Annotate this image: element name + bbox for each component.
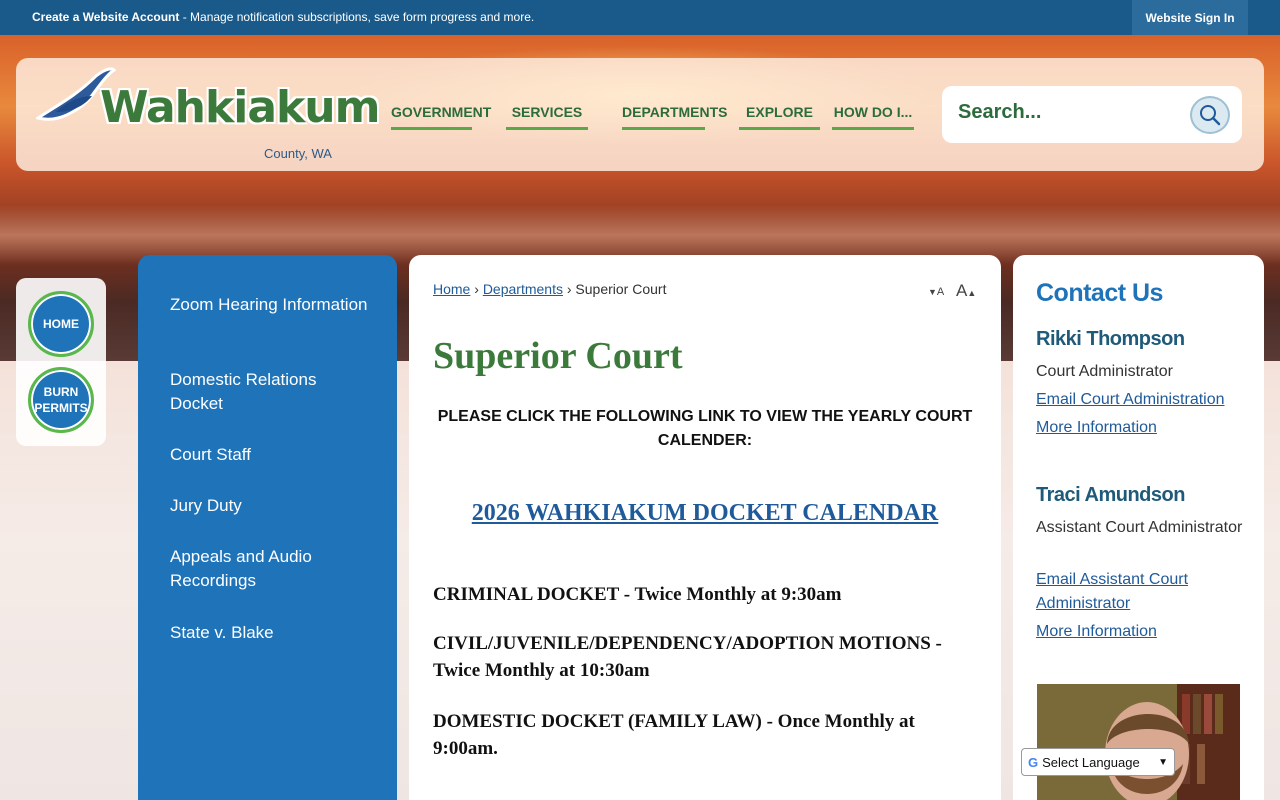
logo-text: Wahkiakum: [100, 82, 380, 133]
google-translate-icon: G: [1028, 754, 1039, 770]
search-icon: [1200, 105, 1221, 126]
sidebar-item-court-staff[interactable]: Court Staff: [170, 443, 370, 467]
contact-role: Assistant Court Administrator: [1036, 519, 1243, 536]
burn-permits-button[interactable]: BURN PERMITS: [28, 367, 94, 433]
nav-explore[interactable]: EXPLORE: [739, 100, 820, 130]
breadcrumb-home[interactable]: Home: [433, 281, 470, 297]
sidebar-item-state-v-blake[interactable]: State v. Blake: [170, 621, 370, 645]
sidebar-item-domestic-relations[interactable]: Domestic Relations Docket: [170, 368, 370, 416]
chevron-down-icon: ▼: [1158, 756, 1168, 768]
logo-subtitle: County, WA: [264, 146, 332, 161]
breadcrumb-separator: ›: [474, 281, 483, 297]
nav-departments[interactable]: DEPARTMENTS: [622, 100, 728, 130]
judge-photo: [1037, 684, 1240, 800]
email-court-administration-link[interactable]: Email Court Administration: [1036, 388, 1246, 412]
sidebar-item-zoom-hearing[interactable]: Zoom Hearing Information: [170, 293, 370, 317]
breadcrumb: Home › Departments › Superior Court: [433, 281, 666, 297]
home-quick-button[interactable]: HOME: [28, 291, 94, 357]
search-placeholder: Search...: [958, 101, 1042, 123]
increase-font-label: A: [956, 281, 968, 300]
website-sign-in-button[interactable]: Website Sign In: [1132, 0, 1248, 35]
calendar-notice: PLEASE CLICK THE FOLLOWING LINK TO VIEW …: [437, 408, 973, 449]
create-account-link[interactable]: Create a Website Account - Manage notifi…: [32, 10, 534, 24]
caret-down-icon: ▼: [928, 287, 937, 297]
sidebar-item-appeals[interactable]: Appeals and Audio Recordings: [170, 545, 370, 593]
breadcrumb-departments[interactable]: Departments: [483, 281, 563, 297]
breadcrumb-current: Superior Court: [575, 281, 667, 297]
increase-font-button[interactable]: A▲: [956, 281, 976, 301]
email-assistant-court-admin-link[interactable]: Email Assistant Court Administrator: [1036, 568, 1246, 616]
contact-name: Traci Amundson: [1036, 484, 1185, 506]
nav-how-do-i[interactable]: HOW DO I...: [832, 100, 914, 130]
sidebar-item-jury-duty[interactable]: Jury Duty: [170, 494, 370, 518]
contact-name: Rikki Thompson: [1036, 328, 1185, 350]
decrease-font-button[interactable]: ▼A: [928, 282, 944, 299]
search-button[interactable]: [1190, 96, 1230, 134]
create-account-text: - Manage notification subscriptions, sav…: [179, 10, 535, 24]
sidebar: [138, 255, 397, 800]
select-language-label: Select Language: [1042, 754, 1140, 770]
caret-up-icon: ▲: [967, 288, 977, 298]
decrease-font-label: A: [936, 286, 945, 298]
contact-role: Court Administrator: [1036, 363, 1173, 380]
nav-government[interactable]: GOVERNMENT: [391, 100, 491, 130]
more-information-link[interactable]: More Information: [1036, 416, 1246, 440]
select-language-dropdown[interactable]: G Select Language ▼: [1021, 748, 1175, 776]
docket-calendar-link[interactable]: 2026 WAHKIAKUM DOCKET CALENDAR: [433, 500, 977, 527]
criminal-docket-text: CRIMINAL DOCKET - Twice Monthly at 9:30a…: [433, 584, 842, 605]
create-account-bold[interactable]: Create a Website Account: [32, 10, 179, 24]
domestic-docket-text: DOMESTIC DOCKET (FAMILY LAW) - Once Mont…: [433, 711, 915, 759]
more-information-link[interactable]: More Information: [1036, 620, 1246, 644]
civil-motions-text: CIVIL/JUVENILE/DEPENDENCY/ADOPTION MOTIO…: [433, 633, 942, 681]
top-bar: Create a Website Account - Manage notifi…: [0, 0, 1280, 35]
page-title: Superior Court: [433, 335, 683, 377]
portrait-image: [1037, 684, 1240, 800]
nav-services[interactable]: SERVICES: [506, 100, 588, 130]
contact-title: Contact Us: [1036, 279, 1163, 307]
